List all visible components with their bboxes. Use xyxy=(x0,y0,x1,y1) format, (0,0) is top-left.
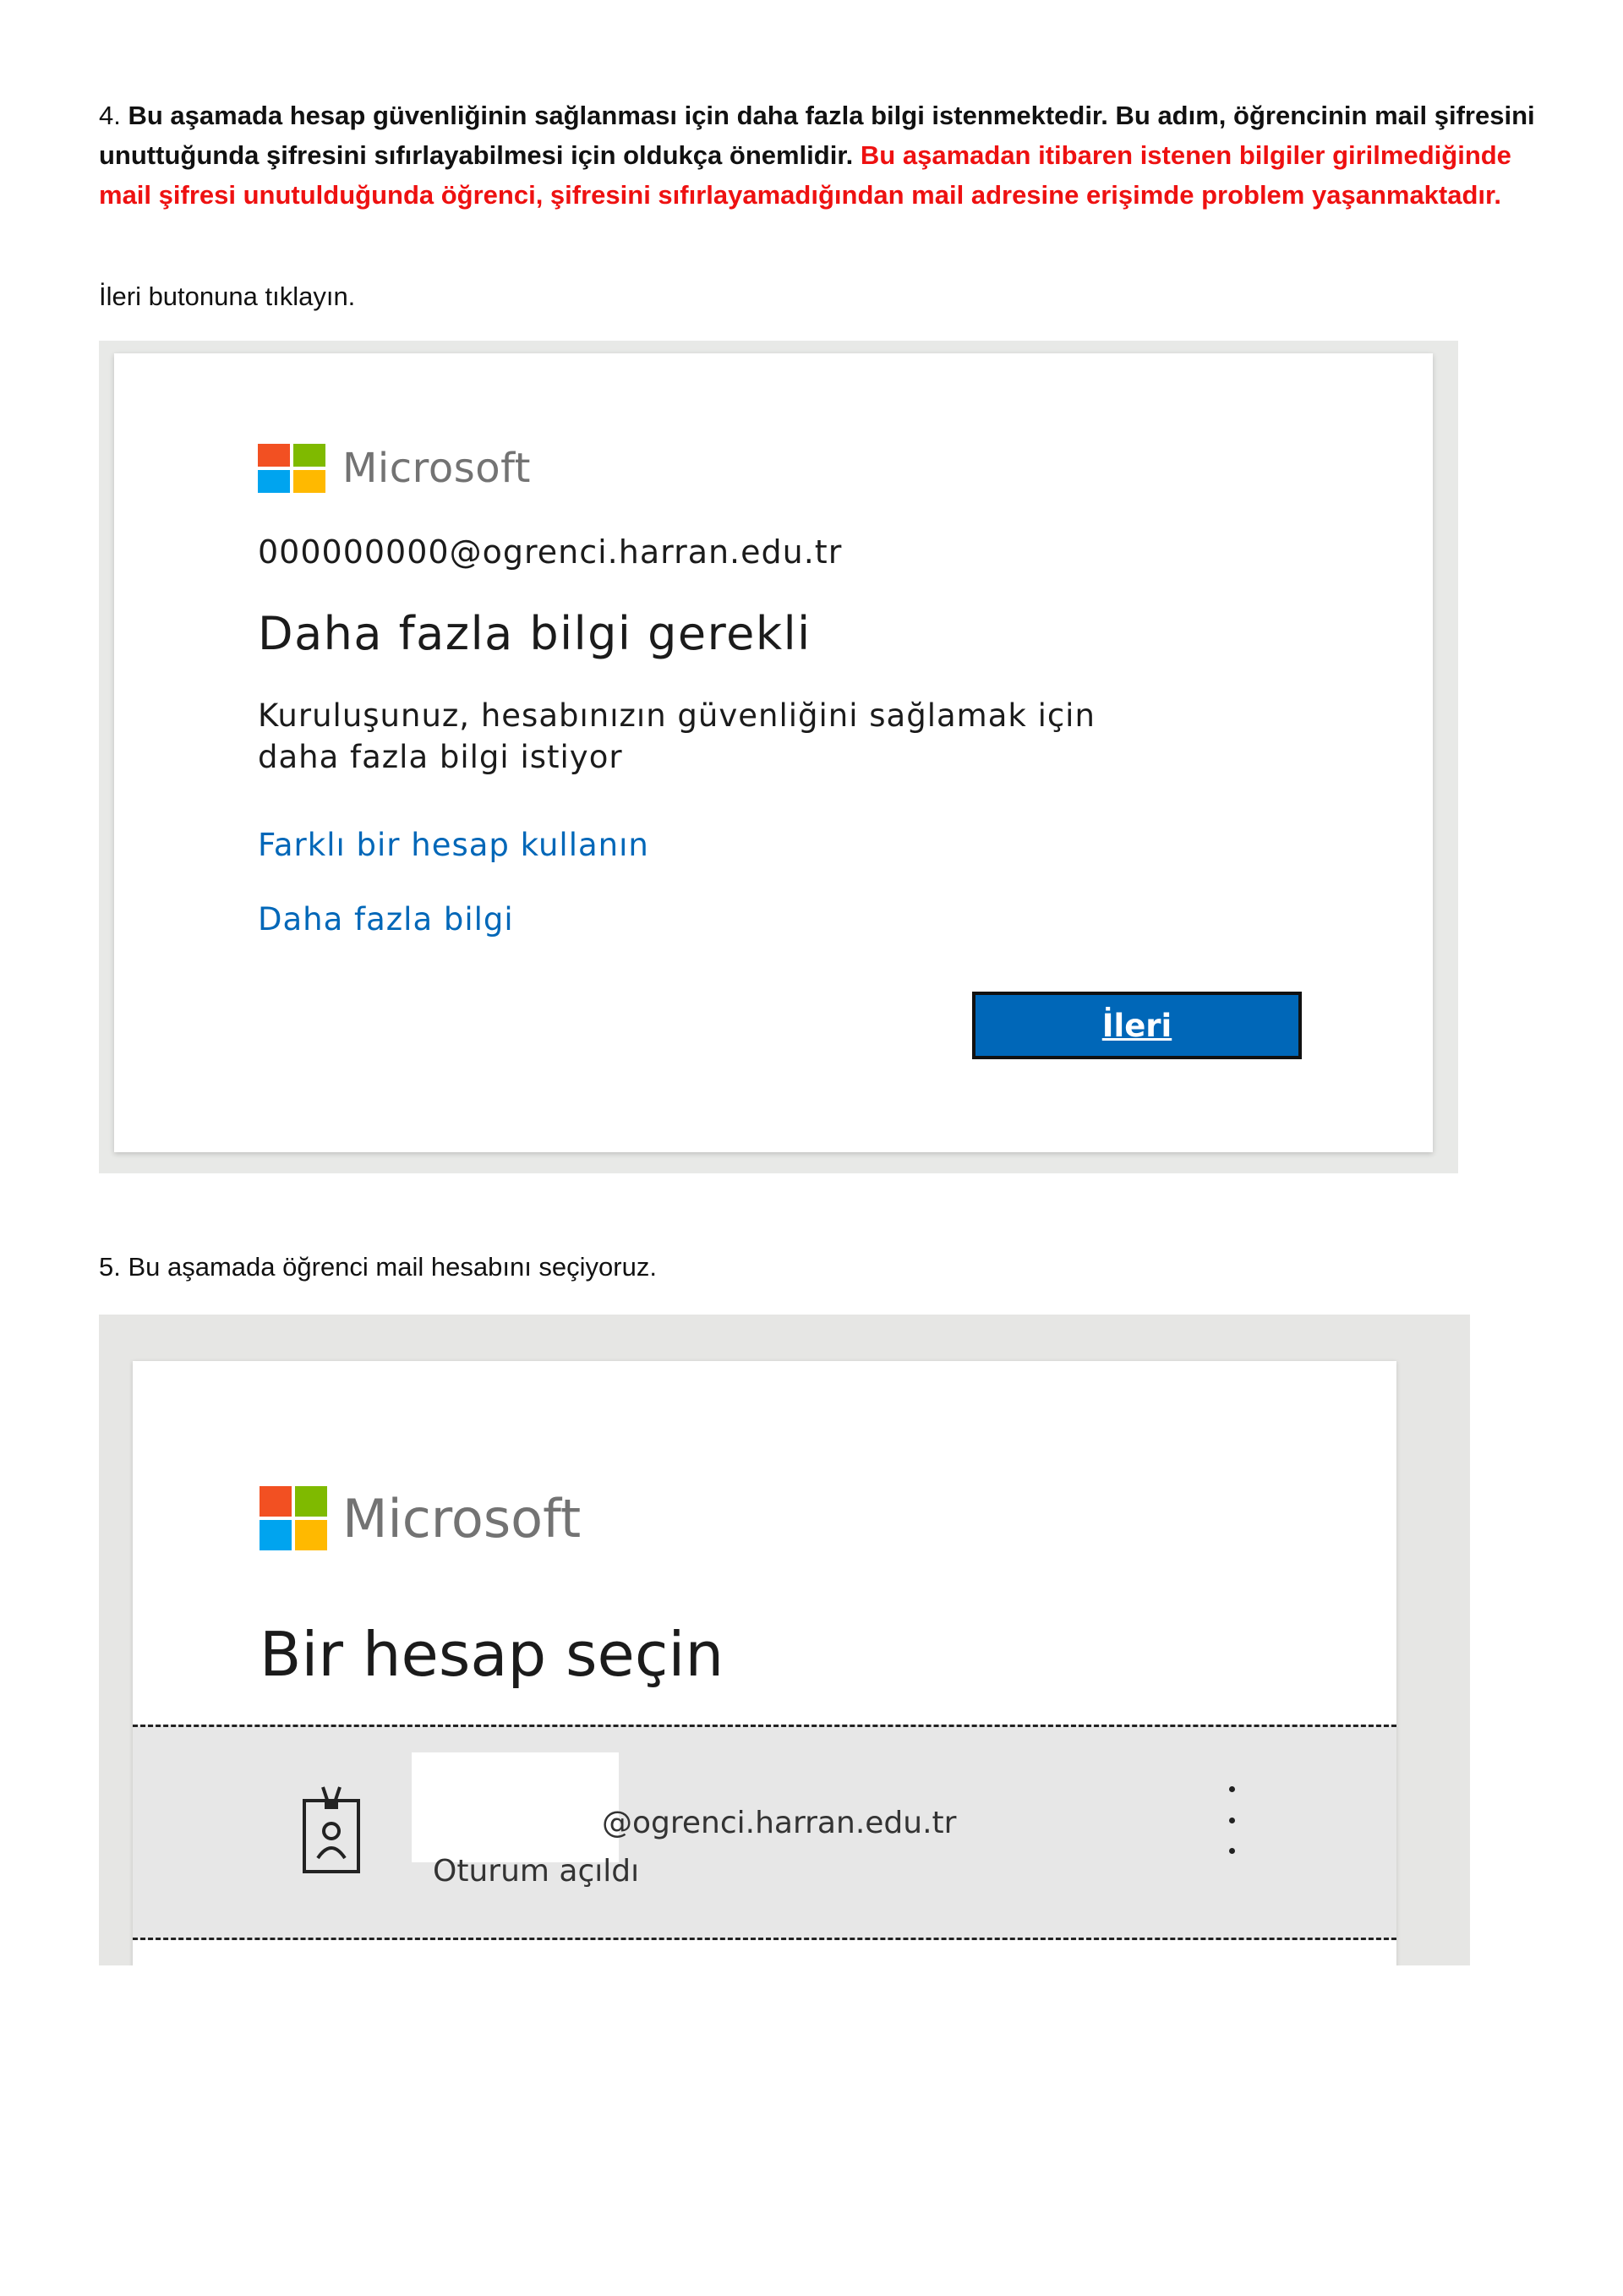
account-domain: @ogrenci.harran.edu.tr xyxy=(602,1806,957,1840)
pick-account-card: Microsoft Bir hesap seçin @ogrenci.harra… xyxy=(133,1361,1396,1965)
card-title: Bir hesap seçin xyxy=(260,1619,724,1690)
microsoft-logo-icon xyxy=(260,1486,327,1550)
screenshot-pick-account: Microsoft Bir hesap seçin @ogrenci.harra… xyxy=(99,1315,1470,1965)
microsoft-wordmark: Microsoft xyxy=(342,1487,582,1550)
description-line-2: daha fazla bilgi istiyor xyxy=(258,739,623,775)
signin-card: Microsoft 000000000@ogrenci.harran.edu.t… xyxy=(114,353,1433,1152)
microsoft-logo: Microsoft xyxy=(258,444,531,493)
use-different-account-link[interactable]: Farklı bir hesap kullanın xyxy=(258,827,649,863)
work-account-badge-icon xyxy=(303,1786,360,1873)
step4-number: 4. xyxy=(99,101,121,130)
card-title: Daha fazla bilgi gerekli xyxy=(258,607,812,660)
screenshot-more-info-required: Microsoft 000000000@ogrenci.harran.edu.t… xyxy=(99,341,1458,1173)
step4-paragraph: 4. Bu aşamada hesap güvenliğinin sağlanm… xyxy=(99,96,1536,215)
microsoft-wordmark: Microsoft xyxy=(342,445,531,492)
microsoft-logo-icon xyxy=(258,444,325,493)
next-button[interactable]: İleri xyxy=(972,992,1302,1059)
card-description: Kuruluşunuz, hesabınızın güvenliğini sağ… xyxy=(258,695,1272,778)
description-line-1: Kuruluşunuz, hesabınızın güvenliğini sağ… xyxy=(258,697,1096,734)
more-options-icon[interactable] xyxy=(1219,1786,1244,1854)
step4-instruction: İleri butonuna tıklayın. xyxy=(99,282,356,311)
redacted-username xyxy=(412,1752,619,1862)
account-tile[interactable]: @ogrenci.harran.edu.tr Oturum açıldı xyxy=(133,1725,1396,1940)
step5-paragraph: 5. Bu aşamada öğrenci mail hesabını seçi… xyxy=(99,1252,657,1282)
microsoft-logo: Microsoft xyxy=(260,1486,581,1550)
more-info-link[interactable]: Daha fazla bilgi xyxy=(258,901,514,938)
account-status: Oturum açıldı xyxy=(433,1854,640,1889)
account-email: 000000000@ogrenci.harran.edu.tr xyxy=(258,533,843,571)
